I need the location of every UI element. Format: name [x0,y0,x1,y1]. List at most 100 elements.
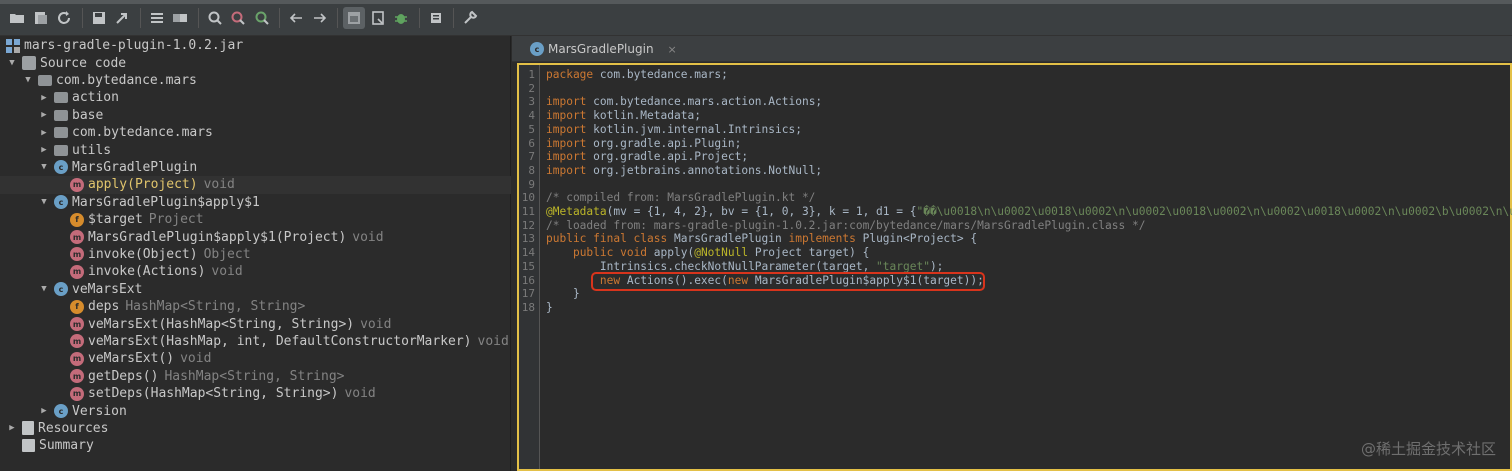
back-arrow-icon[interactable] [285,7,307,29]
tree-method-setdeps[interactable]: m setDeps(HashMap<String, String>) void [0,385,511,402]
tree-package-root[interactable]: ▼ com.bytedance.mars [0,72,511,89]
code-token: org.jetbrains.annotations.NotNull; [586,163,823,177]
chevron-right-icon[interactable]: ▶ [38,128,50,138]
tree-label: setDeps(HashMap<String, String>) [88,386,339,402]
code-token: ); [929,259,944,273]
code-line: /* compiled from: MarsGradlePlugin.kt */ [546,191,815,205]
code-editor[interactable]: 1 2 3 4 5 6 7 8 9 10 11 12 13 14 15 16 17 18 package com.… [517,63,1512,471]
tree-type-label: Project [148,212,204,228]
tree-label: action [72,90,119,106]
sync-icon[interactable] [169,7,191,29]
tree-method-invoke-object[interactable]: m invoke(Object) Object [0,246,511,263]
code-token: (mv = {1, 4, 2}, bv = {1, 0, 3}, k = 1, … [606,205,917,218]
tree-class-marsgradleplugin[interactable]: ▼ c MarsGradlePlugin [0,159,511,176]
chevron-down-icon[interactable]: ▼ [38,197,50,207]
method-icon: m [70,230,84,245]
code-token: import [546,95,587,109]
open-folder-icon[interactable] [6,7,28,29]
save-icon[interactable] [88,7,110,29]
close-icon[interactable]: × [668,43,677,56]
code-token: @Metadata [546,205,607,218]
search-usage-icon[interactable] [251,7,273,29]
search-icon[interactable] [204,7,226,29]
tree-type-label: HashMap<String, String> [125,299,306,315]
tree-package-base[interactable]: ▶ base [0,107,511,124]
tree-method-constructor[interactable]: m MarsGradlePlugin$apply$1(Project) void [0,228,511,245]
debug-bug-icon[interactable] [390,7,412,29]
settings-wrench-icon[interactable] [459,7,481,29]
resources-icon [22,421,34,436]
class-icon: c [54,404,68,419]
tree-method-getdeps[interactable]: m getDeps() HashMap<String, String> [0,368,511,385]
code-line: public final class MarsGradlePlugin impl… [546,232,977,246]
code-token: import [546,163,587,177]
tree-label: Resources [38,420,109,436]
save-all-icon[interactable] [30,7,52,29]
tree-field-target[interactable]: f $target Project [0,211,511,228]
package-icon [54,127,68,139]
deobfuscate-icon[interactable] [146,7,168,29]
chevron-down-icon[interactable]: ▼ [38,162,50,172]
tree-source-code[interactable]: ▼ Source code [0,54,511,71]
code-token: com.bytedance.mars; [593,68,728,81]
tree-jar-root[interactable]: mars-gradle-plugin-1.0.2.jar [0,37,511,54]
tree-type-label: void [477,333,509,349]
tree-field-deps[interactable]: f deps HashMap<String, String> [0,298,511,315]
line-number: 10 [521,191,535,205]
code-line: import com.bytedance.mars.action.Actions… [546,95,822,109]
tab-label: MarsGradlePlugin [548,42,654,56]
search-class-icon[interactable] [227,7,249,29]
code-token: package [546,68,594,81]
code-token: import [546,122,587,136]
line-number: 7 [528,150,535,164]
tree-summary[interactable]: Summary [0,437,511,454]
tree-resources[interactable]: ▶ Resources [0,420,511,437]
forward-arrow-icon[interactable] [309,7,331,29]
bookmark-icon[interactable] [367,7,389,29]
log-icon[interactable] [425,7,447,29]
tree-type-label: void [360,316,392,332]
chevron-right-icon[interactable]: ▶ [38,406,50,416]
line-number: 12 [521,218,535,232]
chevron-right-icon[interactable]: ▶ [38,93,50,103]
tree-method-vemarsext-1[interactable]: m veMarsExt(HashMap<String, String>) voi… [0,315,511,332]
chevron-down-icon[interactable]: ▼ [6,58,18,68]
chevron-right-icon[interactable]: ▶ [38,145,50,155]
code-line: public void apply(@NotNull Project targe… [546,246,869,260]
line-number: 3 [528,95,535,109]
code-token: } [546,287,580,301]
code-token: /* compiled from: MarsGradlePlugin.kt */ [546,191,816,205]
decompile-icon[interactable] [343,6,365,29]
chevron-right-icon[interactable]: ▶ [6,423,18,433]
tree-method-vemarsext-3[interactable]: m veMarsExt() void [0,350,511,367]
export-icon[interactable] [111,7,133,29]
code-line: import kotlin.Metadata; [546,109,701,123]
tree-label: base [72,107,104,123]
chevron-down-icon[interactable]: ▼ [22,75,34,85]
code-token: org.gradle.api.Project; [586,150,749,164]
tree-type-label: HashMap<String, String> [164,368,345,384]
tree-class-version[interactable]: ▶ c Version [0,402,511,419]
code-line: @Metadata(mv = {1, 4, 2}, bv = {1, 0, 3}… [546,205,1512,219]
chevron-right-icon[interactable]: ▶ [38,110,50,120]
tree-class-vemarsext[interactable]: ▼ c veMarsExt [0,281,511,298]
tree-package-utils[interactable]: ▶ utils [0,141,511,158]
tree-label: veMarsExt(HashMap<String, String>) [88,316,355,332]
code-line: } [546,287,580,301]
tree-package-action[interactable]: ▶ action [0,89,511,106]
package-icon [54,109,68,121]
tab-marsgradleplugin[interactable]: c MarsGradlePlugin × [526,36,685,62]
line-number: 4 [528,109,535,123]
tree-class-apply1[interactable]: ▼ c MarsGradlePlugin$apply$1 [0,194,511,211]
line-number: 15 [521,259,535,273]
tree-label: deps [88,299,120,315]
tree-package-nested[interactable]: ▶ com.bytedance.mars [0,124,511,141]
code-token: public void [572,246,648,260]
refresh-icon[interactable] [53,7,75,29]
tree-method-apply[interactable]: m apply(Project) void [0,176,511,194]
tree-method-vemarsext-2[interactable]: m veMarsExt(HashMap, int, DefaultConstru… [0,333,511,350]
tree-label: veMarsExt(HashMap, int, DefaultConstruct… [88,333,472,349]
chevron-down-icon[interactable]: ▼ [38,284,50,294]
tree-method-invoke-actions[interactable]: m invoke(Actions) void [0,263,511,280]
watermark: @稀土掘金技术社区 [1360,440,1496,458]
